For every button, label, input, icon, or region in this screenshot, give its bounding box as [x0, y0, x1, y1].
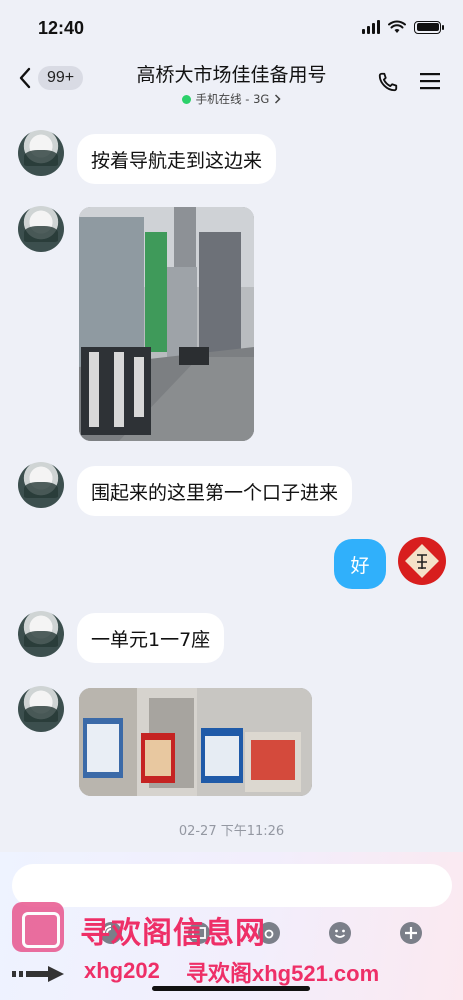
image-message[interactable] — [79, 207, 254, 441]
status-icons — [362, 20, 444, 34]
watermark-text: 寻欢阁信息网 — [80, 916, 266, 951]
presence-status[interactable]: 手机在线 - 3G — [90, 91, 373, 107]
contact-avatar[interactable] — [18, 206, 64, 252]
phone-call-icon[interactable] — [377, 71, 399, 93]
watermark-logo — [12, 902, 64, 952]
message-timestamp: 02-27 下午11:26 — [178, 824, 285, 839]
status-bar: 12:40 — [0, 0, 463, 56]
contact-avatar[interactable] — [18, 686, 64, 732]
plus-icon[interactable] — [398, 920, 424, 946]
watermark-domain-a: xhg202 — [84, 958, 160, 983]
contact-avatar[interactable] — [18, 462, 64, 508]
message-input[interactable] — [12, 864, 452, 907]
image-message[interactable] — [79, 688, 312, 796]
chat-title: 高桥大市场佳佳备用号 — [136, 64, 327, 86]
message-bubble[interactable]: 围起来的这里第一个口子进来 — [77, 466, 353, 516]
watermark-domain-b: 寻欢阁xhg521.com — [186, 961, 380, 986]
title-block[interactable]: 高桥大市场佳佳备用号 手机在线 - 3G — [90, 60, 373, 107]
contact-avatar[interactable] — [18, 611, 64, 657]
back-button[interactable]: 99+ — [18, 66, 84, 90]
wifi-icon — [388, 20, 406, 33]
contact-avatar[interactable] — [18, 130, 64, 176]
fu-diamond-icon — [405, 544, 439, 578]
street-photo — [79, 207, 254, 441]
clock: 12:40 — [38, 18, 85, 38]
signal-icon — [362, 20, 380, 34]
chat-header: 99+ 高桥大市场佳佳备用号 手机在线 - 3G — [0, 56, 463, 110]
menu-icon[interactable] — [420, 72, 440, 90]
my-message-bubble[interactable]: 好 — [334, 539, 386, 589]
presence-text: 手机在线 - 3G — [195, 92, 270, 106]
message-bubble[interactable]: 按着导航走到这边来 — [77, 134, 277, 184]
unread-badge: 99+ — [38, 66, 84, 90]
battery-icon — [414, 20, 444, 34]
chevron-right-icon — [275, 94, 281, 104]
arrow-right-icon — [12, 966, 64, 982]
my-avatar[interactable] — [398, 537, 446, 585]
message-bubble[interactable]: 一单元1一7座 — [77, 613, 225, 663]
online-indicator-icon — [181, 94, 191, 104]
chevron-left-icon — [19, 67, 31, 89]
emoji-icon[interactable] — [327, 920, 353, 946]
entrance-photo — [79, 688, 312, 796]
